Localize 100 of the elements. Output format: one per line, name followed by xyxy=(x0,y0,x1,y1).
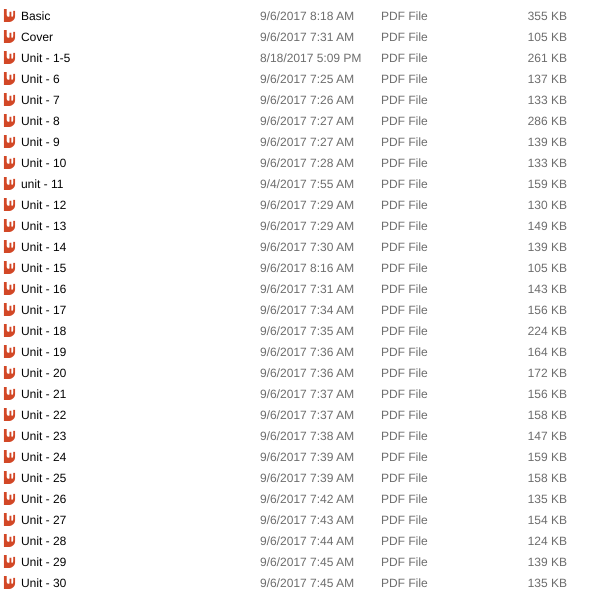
file-name[interactable]: Unit - 14 xyxy=(21,240,260,254)
file-name[interactable]: Unit - 20 xyxy=(21,366,260,380)
date-modified: 9/6/2017 7:30 AM xyxy=(260,240,356,254)
file-name[interactable]: Unit - 26 xyxy=(21,492,260,506)
file-type: PDF File xyxy=(381,198,429,212)
file-name[interactable]: Unit - 23 xyxy=(21,428,260,442)
file-size: 139 KB xyxy=(526,134,567,148)
file-name[interactable]: Unit - 8 xyxy=(21,114,260,128)
date-modified: 9/6/2017 7:45 AM xyxy=(260,576,356,590)
date-modified: 9/6/2017 7:36 AM xyxy=(260,344,356,358)
file-type-icon xyxy=(3,533,16,548)
file-size: 133 KB xyxy=(526,92,567,106)
file-type-icon xyxy=(3,365,16,380)
file-name[interactable]: Unit - 13 xyxy=(21,218,260,232)
date-modified: 9/6/2017 7:27 AM xyxy=(260,134,356,148)
date-modified: 9/6/2017 8:16 AM xyxy=(260,260,356,274)
file-type: PDF File xyxy=(381,176,429,190)
date-modified: 9/6/2017 7:44 AM xyxy=(260,534,356,548)
file-name[interactable]: Unit - 24 xyxy=(21,450,260,464)
date-modified: 9/6/2017 7:31 AM xyxy=(260,30,356,44)
date-modified: 9/6/2017 7:36 AM xyxy=(260,366,356,380)
file-type-icon xyxy=(3,50,16,65)
file-size: 158 KB xyxy=(526,408,567,422)
file-name[interactable]: Basic xyxy=(21,8,260,22)
date-modified: 9/6/2017 7:45 AM xyxy=(260,554,356,568)
date-modified: 9/6/2017 7:37 AM xyxy=(260,408,356,422)
file-type-icon xyxy=(3,218,16,233)
file-size: 143 KB xyxy=(526,282,567,296)
file-name[interactable]: Unit - 27 xyxy=(21,512,260,526)
file-size: 135 KB xyxy=(526,576,567,590)
file-size: 156 KB xyxy=(526,302,567,316)
file-name[interactable]: Unit - 9 xyxy=(21,134,260,148)
file-size: 124 KB xyxy=(526,534,567,548)
file-type-icon xyxy=(3,281,16,296)
file-name[interactable]: Unit - 29 xyxy=(21,554,260,568)
file-type-icon xyxy=(3,71,16,86)
date-modified: 9/4/2017 7:55 AM xyxy=(260,176,356,190)
file-name[interactable]: Cover xyxy=(21,30,260,44)
file-name[interactable]: Unit - 21 xyxy=(21,386,260,400)
file-type-icon xyxy=(3,134,16,149)
file-type: PDF File xyxy=(381,72,429,86)
date-modified: 9/6/2017 8:18 AM xyxy=(260,8,356,22)
file-name[interactable]: Unit - 15 xyxy=(21,260,260,274)
file-size: 105 KB xyxy=(526,30,567,44)
file-size: 137 KB xyxy=(526,72,567,86)
file-type: PDF File xyxy=(381,512,429,526)
file-name[interactable]: Unit - 6 xyxy=(21,72,260,86)
file-type: PDF File xyxy=(381,428,429,442)
file-type: PDF File xyxy=(381,240,429,254)
file-type: PDF File xyxy=(381,260,429,274)
file-size: 156 KB xyxy=(526,386,567,400)
date-modified: 9/6/2017 7:37 AM xyxy=(260,386,356,400)
file-type: PDF File xyxy=(381,114,429,128)
file-name[interactable]: Unit - 30 xyxy=(21,576,260,590)
file-type: PDF File xyxy=(381,344,429,358)
file-name[interactable]: unit - 11 xyxy=(21,176,260,190)
file-name[interactable]: Unit - 12 xyxy=(21,198,260,212)
file-size: 149 KB xyxy=(526,218,567,232)
file-name[interactable]: Unit - 19 xyxy=(21,344,260,358)
date-modified: 9/6/2017 7:38 AM xyxy=(260,428,356,442)
file-type-icon xyxy=(3,176,16,191)
file-name[interactable]: Unit - 7 xyxy=(21,92,260,106)
date-modified: 9/6/2017 7:25 AM xyxy=(260,72,356,86)
file-name[interactable]: Unit - 10 xyxy=(21,156,260,170)
file-size: 159 KB xyxy=(526,176,567,190)
file-type: PDF File xyxy=(381,8,429,22)
date-modified: 9/6/2017 7:42 AM xyxy=(260,492,356,506)
date-modified: 9/6/2017 7:39 AM xyxy=(260,450,356,464)
file-type: PDF File xyxy=(381,534,429,548)
file-type-icon xyxy=(3,197,16,212)
file-type: PDF File xyxy=(381,134,429,148)
date-modified: 9/6/2017 7:34 AM xyxy=(260,302,356,316)
file-type-icon xyxy=(3,449,16,464)
file-type-icon xyxy=(3,92,16,107)
file-size: 105 KB xyxy=(526,260,567,274)
date-modified: 9/6/2017 7:29 AM xyxy=(260,198,356,212)
file-type-icon xyxy=(3,260,16,275)
file-type-icon xyxy=(3,29,16,44)
file-size: 133 KB xyxy=(526,156,567,170)
file-name[interactable]: Unit - 17 xyxy=(21,302,260,316)
file-name[interactable]: Unit - 18 xyxy=(21,324,260,338)
date-modified: 9/6/2017 7:43 AM xyxy=(260,512,356,526)
file-name[interactable]: Unit - 22 xyxy=(21,408,260,422)
file-type: PDF File xyxy=(381,492,429,506)
file-name[interactable]: Unit - 25 xyxy=(21,470,260,484)
file-type: PDF File xyxy=(381,554,429,568)
date-modified: 9/6/2017 7:26 AM xyxy=(260,92,356,106)
file-size: 172 KB xyxy=(526,366,567,380)
file-size: 139 KB xyxy=(526,554,567,568)
file-name[interactable]: Unit - 1-5 xyxy=(21,50,260,64)
file-size: 159 KB xyxy=(526,450,567,464)
file-size: 355 KB xyxy=(526,8,567,22)
file-name[interactable]: Unit - 28 xyxy=(21,534,260,548)
file-type-icon xyxy=(3,512,16,527)
file-size: 158 KB xyxy=(526,470,567,484)
file-type-icon xyxy=(3,554,16,569)
date-modified: 9/6/2017 7:29 AM xyxy=(260,218,356,232)
file-type-icon xyxy=(3,8,16,23)
date-modified: 8/18/2017 5:09 PM xyxy=(260,50,362,64)
file-name[interactable]: Unit - 16 xyxy=(21,282,260,296)
